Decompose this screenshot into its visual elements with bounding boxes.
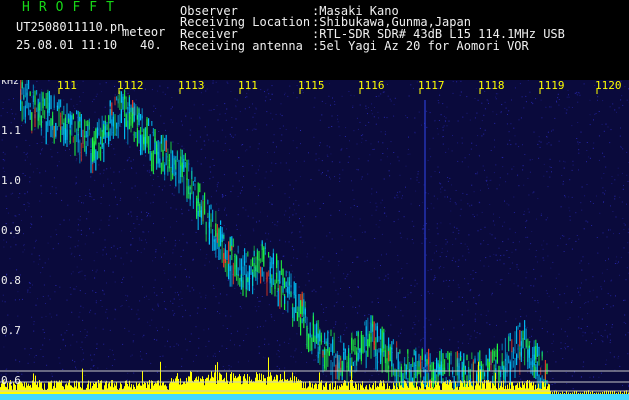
file-name: UT2508011110.pn <box>16 20 125 34</box>
y-tick-label: 0.7 <box>1 324 21 337</box>
x-tick-label: 111 <box>57 80 77 92</box>
x-tick-label: 1119 <box>538 80 565 92</box>
app-title: HROFFT <box>22 0 123 15</box>
antenna-value: :5el Yagi Az 20 for Aomori VOR <box>312 39 529 53</box>
timestamp: 25.08.01 11:10 <box>16 38 118 52</box>
x-tick-label: 111 <box>238 80 258 92</box>
info-header: HROFFT UT2508011110.pn meteor 25.08.01 1… <box>0 0 629 80</box>
spectrogram-panel: kHz 111 1112 1113 111 1115 1116 1117 1118 1119 11… <box>0 80 629 400</box>
y-tick-label: 0.6 <box>1 374 21 387</box>
y-tick-label: 1.0 <box>1 174 21 187</box>
x-tick-label: 1115 <box>298 80 325 92</box>
y-tick-label: 0.9 <box>1 224 21 237</box>
y-tick-label: 0.8 <box>1 274 21 287</box>
x-tick-label: 1116 <box>358 80 385 92</box>
spectrogram: kHz 111 1112 1113 111 1115 1116 1117 1118 1119 11… <box>0 80 629 400</box>
x-tick-label: 1120 <box>595 80 622 92</box>
counter: 40. <box>140 38 162 52</box>
baseline-bar <box>0 394 629 400</box>
y-axis-label: kHz <box>1 80 19 87</box>
x-tick-label: 1117 <box>418 80 445 92</box>
x-tick-label: 1113 <box>178 80 205 92</box>
x-tick-label: 1112 <box>117 80 144 92</box>
x-tick-label: 1118 <box>478 80 505 92</box>
antenna-label: Receiving antenna <box>180 39 303 53</box>
y-tick-label: 1.1 <box>1 124 21 137</box>
